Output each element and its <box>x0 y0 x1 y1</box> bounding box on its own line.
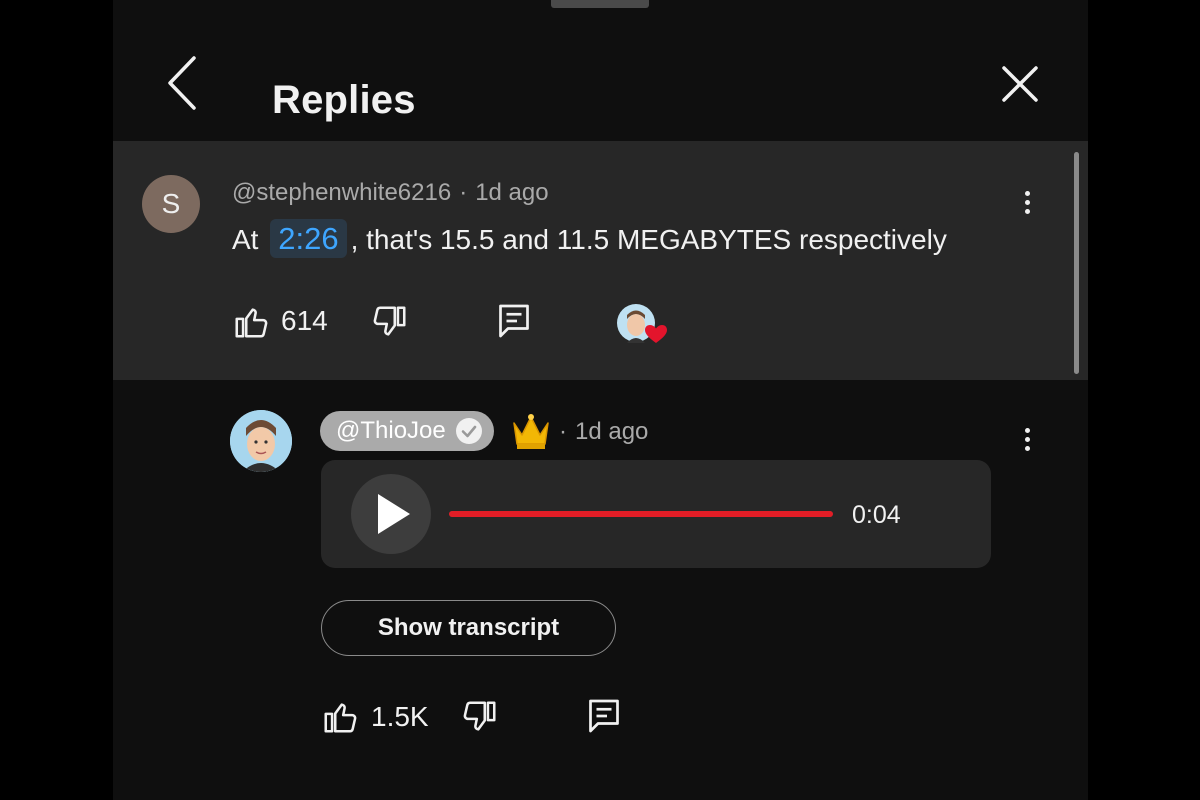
comment-text-suffix: , that's 15.5 and 11.5 MEGABYTES respect… <box>350 224 947 255</box>
replies-header: Replies <box>113 20 1088 140</box>
back-chevron-icon <box>168 56 196 110</box>
author-chip[interactable]: @ThioJoe <box>320 411 494 451</box>
like-button[interactable] <box>321 698 359 741</box>
play-icon <box>378 494 410 534</box>
comment-more-button[interactable] <box>1017 187 1037 223</box>
dislike-button[interactable] <box>461 698 499 741</box>
reply-comment: @ThioJoe · 1d ago 0:04 Show transcript 1… <box>113 380 1088 800</box>
close-button[interactable] <box>996 60 1044 108</box>
creator-heart-badge <box>616 303 672 349</box>
audio-player: 0:04 <box>321 460 991 568</box>
crown-icon <box>513 414 549 449</box>
replies-panel: Replies S @stephenwhite6216 · 1d ago At 2:… <box>113 0 1088 800</box>
audio-progress-bar[interactable] <box>449 511 833 517</box>
reply-button[interactable] <box>496 301 532 346</box>
play-button[interactable] <box>351 474 431 554</box>
creator-heart-icon <box>617 304 667 343</box>
reply-meta: · 1d ago <box>559 418 648 446</box>
comment-age: 1d ago <box>475 179 549 206</box>
timestamp-link[interactable]: 2:26 <box>270 219 347 258</box>
close-icon <box>1002 66 1038 102</box>
show-transcript-button[interactable]: Show transcript <box>321 600 616 656</box>
audio-progress-fill <box>449 511 833 517</box>
reply-button[interactable] <box>586 696 622 741</box>
avatar[interactable] <box>230 410 292 472</box>
drag-handle[interactable] <box>551 0 649 8</box>
reply-author: @ThioJoe <box>336 417 446 444</box>
comment-text-prefix: At <box>232 224 259 255</box>
parent-comment: S @stephenwhite6216 · 1d ago At 2:26, that… <box>113 141 1088 380</box>
avatar[interactable]: S <box>142 175 200 233</box>
reply-more-button[interactable] <box>1017 424 1037 460</box>
meta-separator: · <box>559 418 567 445</box>
comment-meta: @stephenwhite6216 · 1d ago <box>232 179 549 207</box>
scrollbar[interactable] <box>1074 152 1079 374</box>
thumb-down-icon <box>463 701 496 731</box>
dislike-button[interactable] <box>371 303 409 346</box>
thumb-up-icon <box>235 308 268 338</box>
comment-text: At 2:26, that's 15.5 and 11.5 MEGABYTES … <box>232 219 947 258</box>
audio-duration: 0:04 <box>852 501 901 529</box>
thumb-down-icon <box>373 306 406 336</box>
like-button[interactable] <box>232 303 270 346</box>
thumb-up-icon <box>324 703 357 733</box>
reply-comment-icon <box>499 304 529 338</box>
verified-check-icon <box>455 418 482 444</box>
reply-comment-icon <box>589 699 619 733</box>
meta-separator: · <box>459 179 468 206</box>
reply-age: 1d ago <box>575 418 649 445</box>
like-count: 614 <box>281 305 328 336</box>
comment-author[interactable]: @stephenwhite6216 <box>232 179 451 206</box>
like-count: 1.5K <box>371 701 429 732</box>
back-button[interactable] <box>158 52 204 114</box>
page-title: Replies <box>272 78 416 122</box>
